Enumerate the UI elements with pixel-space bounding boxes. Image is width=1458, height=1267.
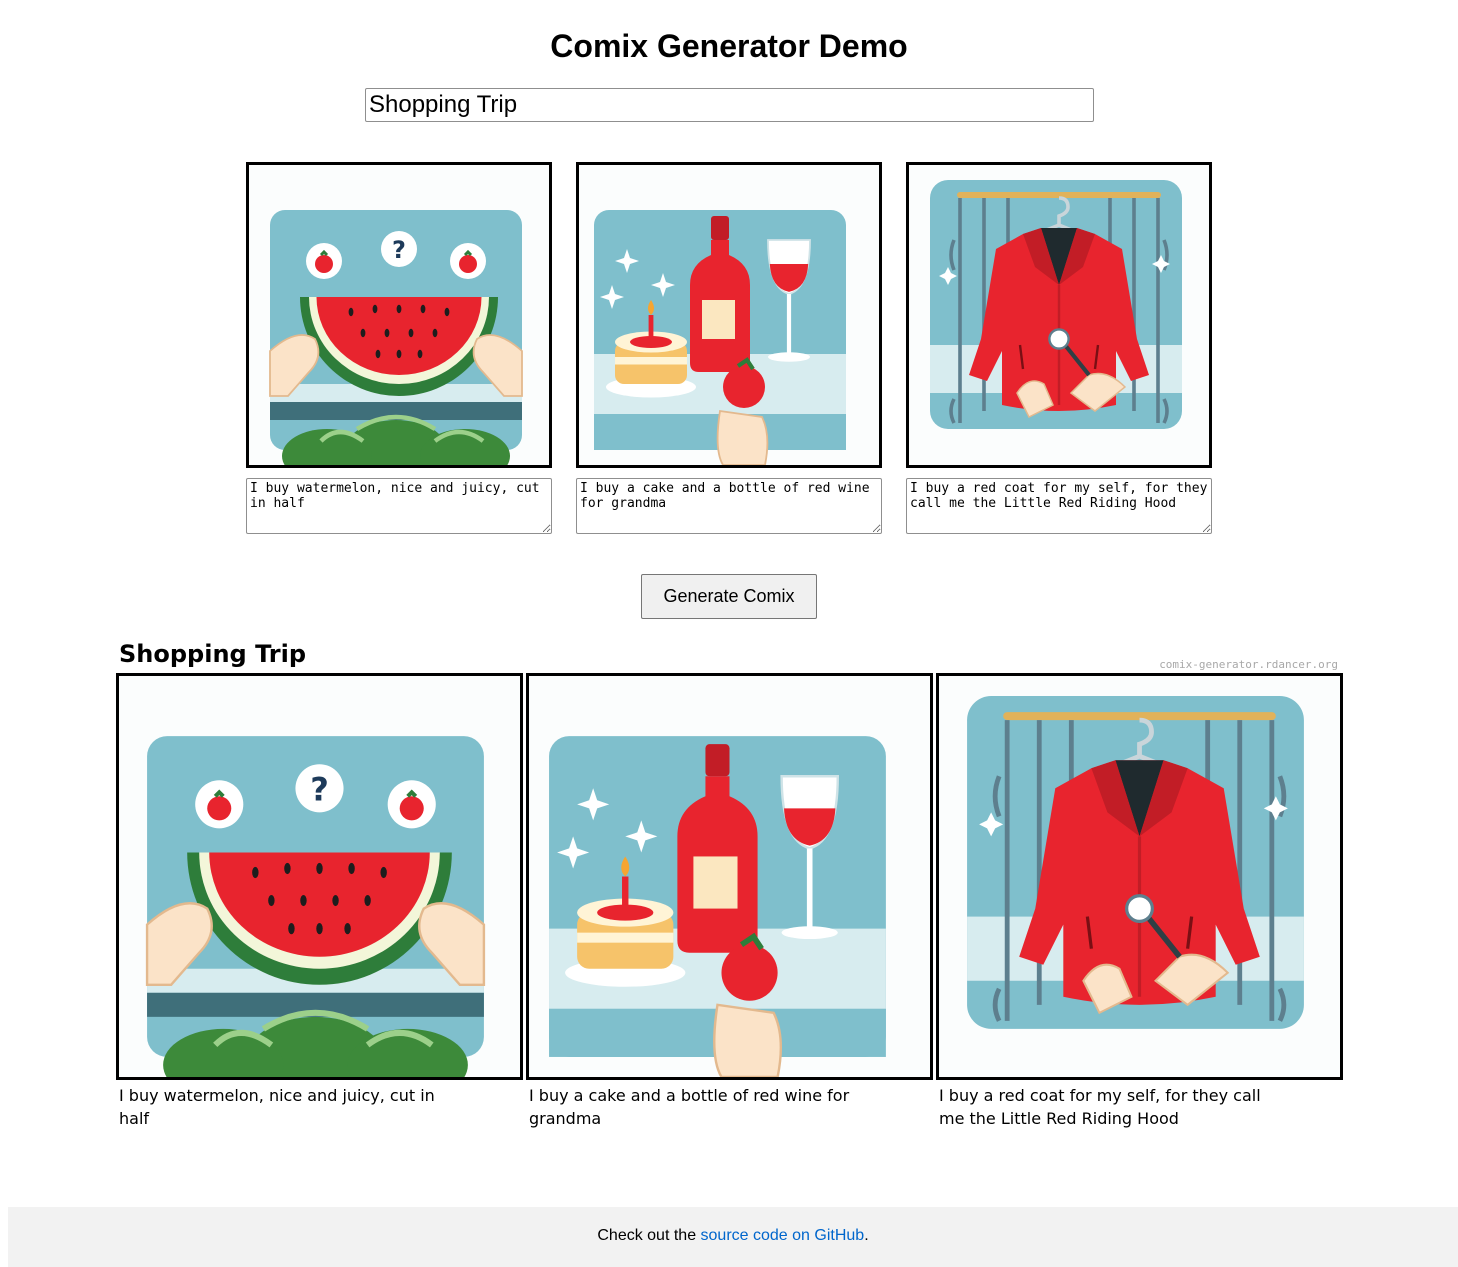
comic-panel-2 — [526, 673, 933, 1080]
generate-comix-button[interactable]: Generate Comix — [641, 574, 817, 619]
footer: Check out the source code on GitHub. — [8, 1207, 1458, 1267]
comic-panel-1 — [116, 673, 523, 1080]
watermelon-illustration-icon — [119, 676, 520, 1077]
editor-panel-image-2[interactable] — [576, 162, 882, 468]
editor-panel-image-3[interactable] — [906, 162, 1212, 468]
watermelon-illustration-icon — [249, 165, 549, 465]
cake-and-wine-illustration-icon — [579, 165, 879, 465]
red-coat-illustration-icon — [909, 165, 1209, 465]
panel-1-caption-input[interactable]: I buy watermelon, nice and juicy, cut in… — [246, 478, 552, 534]
comic-panel-1-caption: I buy watermelon, nice and juicy, cut in… — [119, 1086, 435, 1128]
github-source-link[interactable]: source code on GitHub — [701, 1227, 865, 1244]
comic-panel-3-caption: I buy a red coat for my self, for they c… — [939, 1086, 1261, 1128]
red-coat-illustration-icon — [939, 676, 1340, 1077]
cake-and-wine-illustration-icon — [529, 676, 930, 1077]
comic-output-title: Shopping Trip — [119, 640, 307, 668]
footer-suffix: . — [864, 1227, 869, 1244]
comic-panel-2-caption: I buy a cake and a bottle of red wine fo… — [529, 1086, 850, 1128]
editor-panel-image-1[interactable] — [246, 162, 552, 468]
watermark: comix-generator.rdancer.org — [1159, 658, 1338, 671]
panel-3-caption-input[interactable]: I buy a red coat for my self, for they c… — [906, 478, 1212, 534]
panel-2-caption-input[interactable]: I buy a cake and a bottle of red wine fo… — [576, 478, 882, 534]
footer-prefix: Check out the — [597, 1227, 701, 1244]
page-title: Comix Generator Demo — [550, 28, 908, 64]
comic-title-input[interactable] — [365, 88, 1094, 122]
comic-panel-3 — [936, 673, 1343, 1080]
